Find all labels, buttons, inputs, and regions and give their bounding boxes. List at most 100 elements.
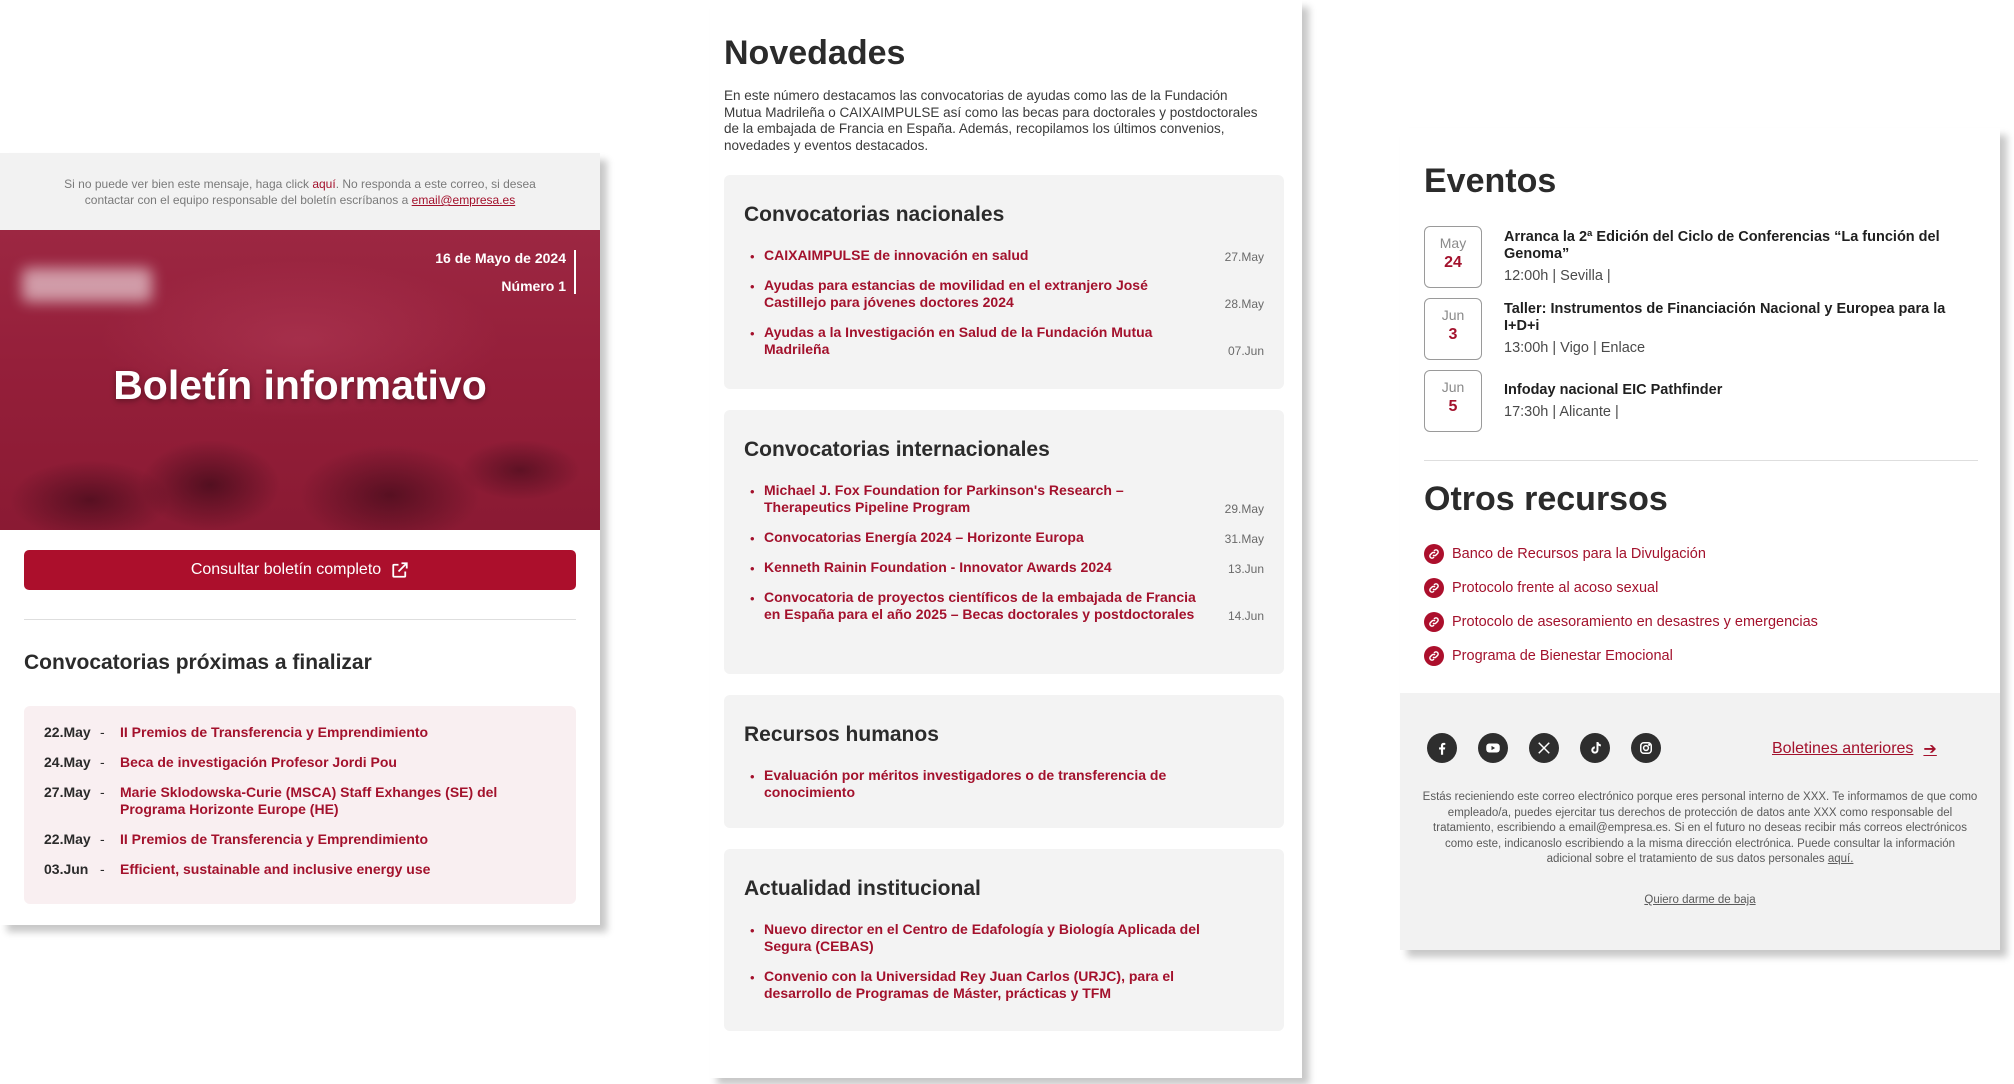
ending-calls-list: 22.May - II Premios de Transferencia y Emp… [24,706,576,904]
event-title[interactable]: Taller: Instrumentos de Financiación Nac… [1504,301,1984,335]
event-title[interactable]: Arranca la 2ª Edición del Ciclo de Confe… [1504,229,1984,263]
item-date: 24.May [44,754,91,770]
resource-label[interactable]: Protocolo de asesoramiento en desastres … [1452,614,1818,630]
view-online-link[interactable]: aquí [312,177,335,191]
footer: Boletines anteriores ➔ Estás recieniendo… [1400,693,2000,950]
section-title: Actualidad institucional [744,877,981,900]
event-month: May [1439,235,1467,251]
event-month: Jun [1441,379,1465,395]
item-link[interactable]: Kenneth Rainin Foundation - Innovator Aw… [764,559,1204,576]
item-title[interactable]: II Premios de Transferencia y Emprendimi… [120,724,428,741]
event-day: 5 [1448,398,1458,415]
legal-notice: Estás recieniendo este correo electrónic… [1422,790,1978,868]
item-title[interactable]: Efficient, sustainable and inclusive ene… [120,861,430,878]
news-panel: Novedades En este número destacamos las … [710,0,1302,1078]
event-item[interactable]: Jun 5 Infoday nacional EIC Pathfinder 17… [1424,370,1984,434]
item-link[interactable]: Convocatoria de proyectos científicos de… [764,589,1204,623]
section-international-calls: Convocatorias internacionales • Michael J… [724,410,1284,674]
news-title: Novedades [724,34,906,72]
item-link[interactable]: Michael J. Fox Foundation for Parkinson'… [764,482,1204,516]
top-note: Si no puede ver bien este mensaje, haga … [0,153,600,230]
previous-bulletins-label[interactable]: Boletines anteriores [1772,740,1913,758]
calendar-badge: May 24 [1424,226,1482,288]
event-item[interactable]: Jun 3 Taller: Instrumentos de Financiaci… [1424,298,1984,362]
item-link[interactable]: Convocatorias Energía 2024 – Horizonte E… [764,529,1204,546]
item-date: 14.Jun [1227,609,1264,623]
section-human-resources: Recursos humanos • Evaluación por méritos… [724,695,1284,828]
ending-calls-title: Convocatorias próximas a finalizar [24,651,372,674]
list-item[interactable]: • Convocatorias Energía 2024 – Horizonte … [744,529,1264,546]
list-item[interactable]: 03.Jun - Efficient, sustainable and inclus… [44,861,556,878]
item-link[interactable]: Ayudas para estancias de movilidad en el… [764,277,1204,311]
item-link[interactable]: CAIXAIMPULSE de innovación en salud [764,247,1204,264]
hero-title: Boletín informativo [113,362,487,408]
hero-banner: 16 de Mayo de 2024 Número 1 Boletín info… [0,230,600,530]
item-title[interactable]: Marie Sklodowska-Curie (MSCA) Staff Exha… [120,784,556,818]
item-date: 13.Jun [1227,562,1264,576]
resource-link[interactable]: Banco de Recursos para la Divulgación [1424,544,1706,564]
top-note-text: Si no puede ver bien este mensaje, haga … [64,177,313,191]
view-full-bulletin-button[interactable]: Consultar boletín completo [24,550,576,590]
calendar-badge: Jun 5 [1424,370,1482,432]
item-title[interactable]: II Premios de Transferencia y Emprendimi… [120,831,428,848]
resource-link[interactable]: Protocolo frente al acoso sexual [1424,578,1658,598]
event-meta: 13:00h | Vigo | Enlace [1504,340,1646,356]
list-item[interactable]: • Convocatoria de proyectos científicos d… [744,589,1264,623]
item-link[interactable]: Ayudas a la Investigación en Salud de la… [764,324,1204,358]
section-national-calls: Convocatorias nacionales • CAIXAIMPULSE d… [724,175,1284,389]
privacy-link[interactable]: aquí. [1828,853,1854,865]
list-item[interactable]: • Evaluación por méritos investigadores o… [744,767,1264,801]
event-meta: 12:00h | Sevilla | [1504,268,1611,284]
x-icon[interactable] [1529,733,1559,763]
list-item[interactable]: • CAIXAIMPULSE de innovación en salud 27.M… [744,247,1264,264]
resource-link[interactable]: Programa de Bienestar Emocional [1424,646,1673,666]
list-item[interactable]: • Convenio con la Universidad Rey Juan Ca… [744,968,1264,1002]
list-item[interactable]: 24.May - Beca de investigación Profesor Jo… [44,754,556,771]
list-item[interactable]: • Ayudas a la Investigación en Salud de l… [744,324,1264,358]
facebook-icon[interactable] [1427,733,1457,763]
item-date: 27.May [1224,250,1264,264]
link-icon [1424,544,1444,564]
item-link[interactable]: Evaluación por méritos investigadores o … [764,767,1204,801]
list-item[interactable]: 22.May - II Premios de Transferencia y Emp… [44,831,556,848]
tiktok-icon[interactable] [1580,733,1610,763]
resource-link[interactable]: Protocolo de asesoramiento en desastres … [1424,612,1818,632]
list-item[interactable]: • Nuevo director en el Centro de Edafolog… [744,921,1264,955]
section-title: Convocatorias internacionales [744,438,1050,461]
resource-label[interactable]: Programa de Bienestar Emocional [1452,648,1673,664]
list-item[interactable]: • Michael J. Fox Foundation for Parkinson… [744,482,1264,516]
contact-email-link[interactable]: email@empresa.es [412,193,516,207]
instagram-icon[interactable] [1631,733,1661,763]
item-link[interactable]: Nuevo director en el Centro de Edafologí… [764,921,1204,955]
event-title[interactable]: Infoday nacional EIC Pathfinder [1504,382,1984,399]
events-title: Eventos [1424,162,1557,200]
event-meta: 17:30h | Alicante | [1504,404,1619,420]
link-icon [1424,612,1444,632]
unsubscribe-link[interactable]: Quiero darme de baja [1400,894,2000,906]
list-item[interactable]: 22.May - II Premios de Transferencia y Emp… [44,724,556,741]
item-date: 03.Jun [44,861,89,877]
calendar-badge: Jun 3 [1424,298,1482,360]
resource-label[interactable]: Banco de Recursos para la Divulgación [1452,546,1706,562]
item-title[interactable]: Beca de investigación Profesor Jordi Pou [120,754,397,771]
hero-divider [574,250,576,294]
item-date: 31.May [1224,532,1264,546]
resources-title: Otros recursos [1424,480,1668,518]
youtube-icon[interactable] [1478,733,1508,763]
event-day: 24 [1444,254,1462,271]
link-icon [1424,578,1444,598]
item-date: 22.May [44,724,91,740]
newsletter-header-panel: Si no puede ver bien este mensaje, haga … [0,153,600,925]
list-item[interactable]: 27.May - Marie Sklodowska-Curie (MSCA) Sta… [44,784,556,818]
item-date: 27.May [44,784,91,800]
list-item[interactable]: • Kenneth Rainin Foundation - Innovator A… [744,559,1264,576]
link-icon [1424,646,1444,666]
news-intro: En este número destacamos las convocator… [724,88,1258,153]
item-link[interactable]: Convenio con la Universidad Rey Juan Car… [764,968,1204,1002]
previous-bulletins-link[interactable]: Boletines anteriores ➔ [1772,739,1937,759]
section-institutional-news: Actualidad institucional • Nuevo director… [724,849,1284,1031]
issue-date: 16 de Mayo de 2024 [435,250,566,266]
resource-label[interactable]: Protocolo frente al acoso sexual [1452,580,1658,596]
event-item[interactable]: May 24 Arranca la 2ª Edición del Ciclo d… [1424,226,1984,290]
list-item[interactable]: • Ayudas para estancias de movilidad en e… [744,277,1264,311]
